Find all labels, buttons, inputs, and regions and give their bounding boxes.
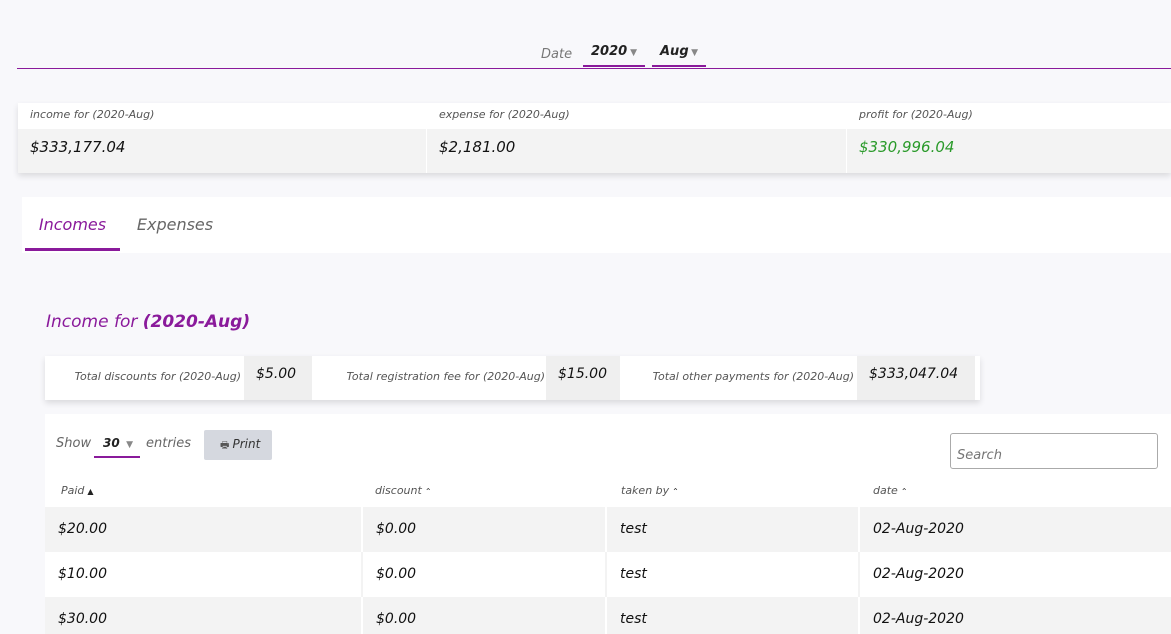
tab-expenses[interactable]: Expenses: [132, 197, 218, 253]
income-summary: income for (2020-Aug) $333,177.04: [18, 103, 426, 173]
profit-value: $330,996.04: [847, 129, 1171, 173]
column-header-date[interactable]: date ⌃: [873, 484, 908, 497]
total-discounts-label: Total discounts for (2020-Aug): [74, 370, 241, 383]
caret-down-icon: ▼: [630, 48, 637, 58]
tab-incomes[interactable]: Incomes: [25, 197, 120, 251]
total-other-payments-label: Total other payments for (2020-Aug): [652, 370, 854, 383]
page-length-value: 30: [103, 436, 120, 450]
year-select-value: 2020: [591, 44, 628, 59]
date-label: Date: [541, 47, 573, 62]
expense-value: $2,181.00: [427, 129, 846, 173]
sort-icon: ⌃: [900, 487, 908, 496]
expense-label: expense for (2020-Aug): [427, 103, 846, 129]
column-header-label: date: [873, 484, 898, 497]
month-select-value: Aug: [660, 44, 689, 59]
cell-paid: $10.00: [58, 566, 107, 582]
cell-discount: $0.00: [361, 507, 607, 552]
income-value: $333,177.04: [18, 129, 426, 173]
year-select[interactable]: 2020 ▼: [583, 41, 645, 67]
column-header-taken-by[interactable]: taken by ⌃: [621, 484, 679, 497]
page-length-select[interactable]: 30 ▼: [94, 432, 140, 458]
column-header-discount[interactable]: discount ⌃: [375, 484, 432, 497]
cell-paid: $30.00: [58, 611, 107, 627]
column-header-label: discount: [375, 484, 422, 497]
section-title: Income for (2020-Aug): [46, 312, 250, 332]
column-header-label: Paid: [61, 484, 85, 497]
profit-label: profit for (2020-Aug): [847, 103, 1171, 129]
show-label: Show: [56, 436, 92, 451]
entries-label: entries: [146, 436, 192, 451]
income-label: income for (2020-Aug): [18, 103, 426, 129]
cell-taken-by: test: [605, 552, 859, 597]
printer-icon: 🖶: [220, 440, 230, 451]
cell-date: 02-Aug-2020: [858, 507, 1171, 552]
expense-summary: expense for (2020-Aug) $2,181.00: [426, 103, 846, 173]
print-button-label: Print: [232, 437, 261, 451]
sort-icon: ⌃: [424, 487, 432, 496]
cell-taken-by: test: [605, 597, 859, 634]
profit-summary: profit for (2020-Aug) $330,996.04: [846, 103, 1171, 173]
date-filter: Date 2020 ▼ Aug ▼: [0, 36, 1171, 70]
tab-bar: Incomes Expenses: [22, 197, 1171, 253]
caret-down-icon: ▼: [126, 440, 133, 450]
table-row[interactable]: $10.00 $0.00 test 02-Aug-2020: [45, 552, 1171, 597]
sort-icon: ⌃: [672, 487, 679, 496]
caret-down-icon: ▼: [691, 48, 698, 58]
search-input[interactable]: [950, 433, 1158, 469]
totals-strip: Total discounts for (2020-Aug) $5.00 Tot…: [45, 356, 980, 400]
month-select[interactable]: Aug ▼: [652, 41, 706, 67]
total-registration-fee-label: Total registration fee for (2020-Aug): [346, 370, 545, 383]
column-header-paid[interactable]: Paid ▲: [61, 484, 94, 497]
table-row[interactable]: $30.00 $0.00 test 02-Aug-2020: [45, 597, 1171, 634]
table-row[interactable]: $20.00 $0.00 test 02-Aug-2020: [45, 507, 1171, 552]
summary-card: income for (2020-Aug) $333,177.04 expens…: [18, 103, 1171, 173]
column-header-label: taken by: [621, 484, 670, 497]
print-button[interactable]: 🖶 Print: [204, 430, 272, 460]
total-other-payments-value: $333,047.04: [857, 356, 975, 400]
section-title-period: (2020-Aug): [142, 312, 251, 332]
divider: [17, 68, 1171, 69]
cell-discount: $0.00: [361, 552, 607, 597]
total-discounts-value: $5.00: [244, 356, 312, 400]
total-registration-fee-value: $15.00: [546, 356, 620, 400]
cell-date: 02-Aug-2020: [858, 597, 1171, 634]
cell-paid: $20.00: [58, 521, 107, 537]
cell-date: 02-Aug-2020: [858, 552, 1171, 597]
cell-taken-by: test: [605, 507, 859, 552]
cell-discount: $0.00: [361, 597, 607, 634]
section-title-prefix: Income for: [46, 312, 138, 332]
table-header: Paid ▲ discount ⌃ taken by ⌃ date ⌃: [45, 475, 1171, 507]
sort-asc-icon: ▲: [87, 487, 94, 496]
